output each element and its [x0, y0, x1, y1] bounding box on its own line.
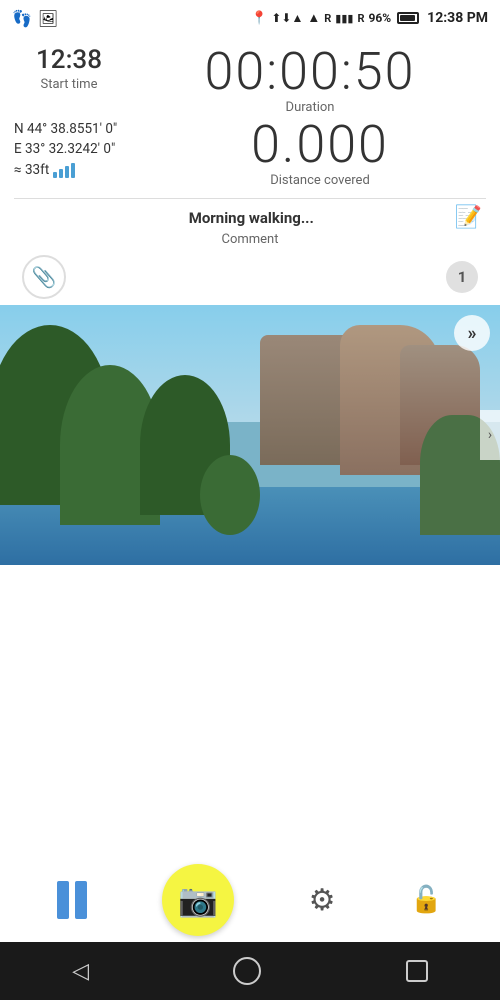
gps-accuracy: ≈ 33ft: [14, 160, 144, 180]
pause-button[interactable]: [57, 881, 87, 919]
bars-icon: ▮▮▮: [335, 12, 353, 25]
photo-scene: » ›: [0, 305, 500, 565]
status-icons: 👣 🖼: [12, 9, 58, 28]
gps-longitude: E 33° 32.3242' 0": [14, 139, 144, 159]
comment-label: Comment: [14, 232, 486, 247]
divider-1: [14, 198, 486, 199]
signal-strength-icon: [53, 162, 75, 178]
top-row: 12:38 Start time 00:00:50 Duration: [14, 46, 486, 115]
sim-icon: R: [324, 12, 331, 25]
attachment-button[interactable]: 📎: [22, 255, 66, 299]
spacer: [0, 565, 500, 595]
side-arrow-icon: ›: [488, 427, 492, 443]
unlock-icon: 🔓: [410, 885, 442, 915]
start-time-label: Start time: [14, 77, 124, 92]
duration-label: Duration: [134, 100, 486, 115]
photo-badge[interactable]: 1: [446, 261, 478, 293]
duration-block: 00:00:50 Duration: [134, 46, 486, 115]
battery-level: 96%: [369, 11, 392, 25]
nav-bar: ◁: [0, 942, 500, 1000]
gps-accuracy-text: ≈ 33ft: [14, 160, 49, 180]
comment-row[interactable]: Morning walking... 📝: [14, 205, 486, 230]
wifi-icon: ▲: [307, 10, 320, 26]
back-button[interactable]: ◁: [72, 959, 89, 984]
paperclip-icon: 📎: [32, 265, 57, 289]
bottom-toolbar: 📷 ⚙ 🔓: [0, 860, 500, 940]
foot-icon: 👣: [12, 9, 32, 28]
settings-button[interactable]: ⚙: [309, 883, 336, 918]
status-right: 📍 ⬆⬇▲ ▲ R ▮▮▮ R 96% 12:38 PM: [251, 10, 488, 26]
comment-text: Morning walking...: [48, 209, 455, 227]
start-time-block: 12:38 Start time: [14, 46, 124, 92]
gps-info: N 44° 38.8551' 0" E 33° 32.3242' 0" ≈ 33…: [14, 119, 144, 180]
forward-icon: »: [468, 323, 477, 344]
edit-comment-icon[interactable]: 📝: [455, 205, 482, 230]
battery-icon: [397, 12, 419, 24]
distance-block: 0.000 Distance covered: [154, 119, 486, 188]
start-time-value: 12:38: [14, 46, 124, 75]
duration-value: 00:00:50: [134, 46, 486, 98]
image-icon: 🖼: [38, 9, 58, 28]
distance-value: 0.000: [154, 119, 486, 171]
action-row: 📎 1: [14, 253, 486, 301]
shrub-1: [200, 455, 260, 535]
side-expand-button[interactable]: ›: [480, 410, 500, 460]
sim2-icon: R: [357, 12, 364, 25]
distance-label: Distance covered: [154, 173, 486, 188]
gear-icon: ⚙: [309, 883, 336, 918]
signal-icons: ⬆⬇▲: [271, 11, 303, 25]
camera-button[interactable]: 📷: [162, 864, 234, 936]
pause-bar-left: [57, 881, 69, 919]
location-icon: 📍: [251, 11, 267, 26]
status-time: 12:38 PM: [427, 10, 488, 26]
gps-latitude: N 44° 38.8551' 0": [14, 119, 144, 139]
lock-button[interactable]: 🔓: [410, 885, 442, 915]
camera-icon: 📷: [178, 881, 218, 919]
status-bar: 👣 🖼 📍 ⬆⬇▲ ▲ R ▮▮▮ R 96% 12:38 PM: [0, 0, 500, 36]
recents-button[interactable]: [406, 960, 428, 982]
home-button[interactable]: [233, 957, 261, 985]
forward-button[interactable]: »: [454, 315, 490, 351]
photo-area: » ›: [0, 305, 500, 565]
pause-bar-right: [75, 881, 87, 919]
gps-row: N 44° 38.8551' 0" E 33° 32.3242' 0" ≈ 33…: [14, 119, 486, 188]
main-content: 12:38 Start time 00:00:50 Duration N 44°…: [0, 36, 500, 301]
